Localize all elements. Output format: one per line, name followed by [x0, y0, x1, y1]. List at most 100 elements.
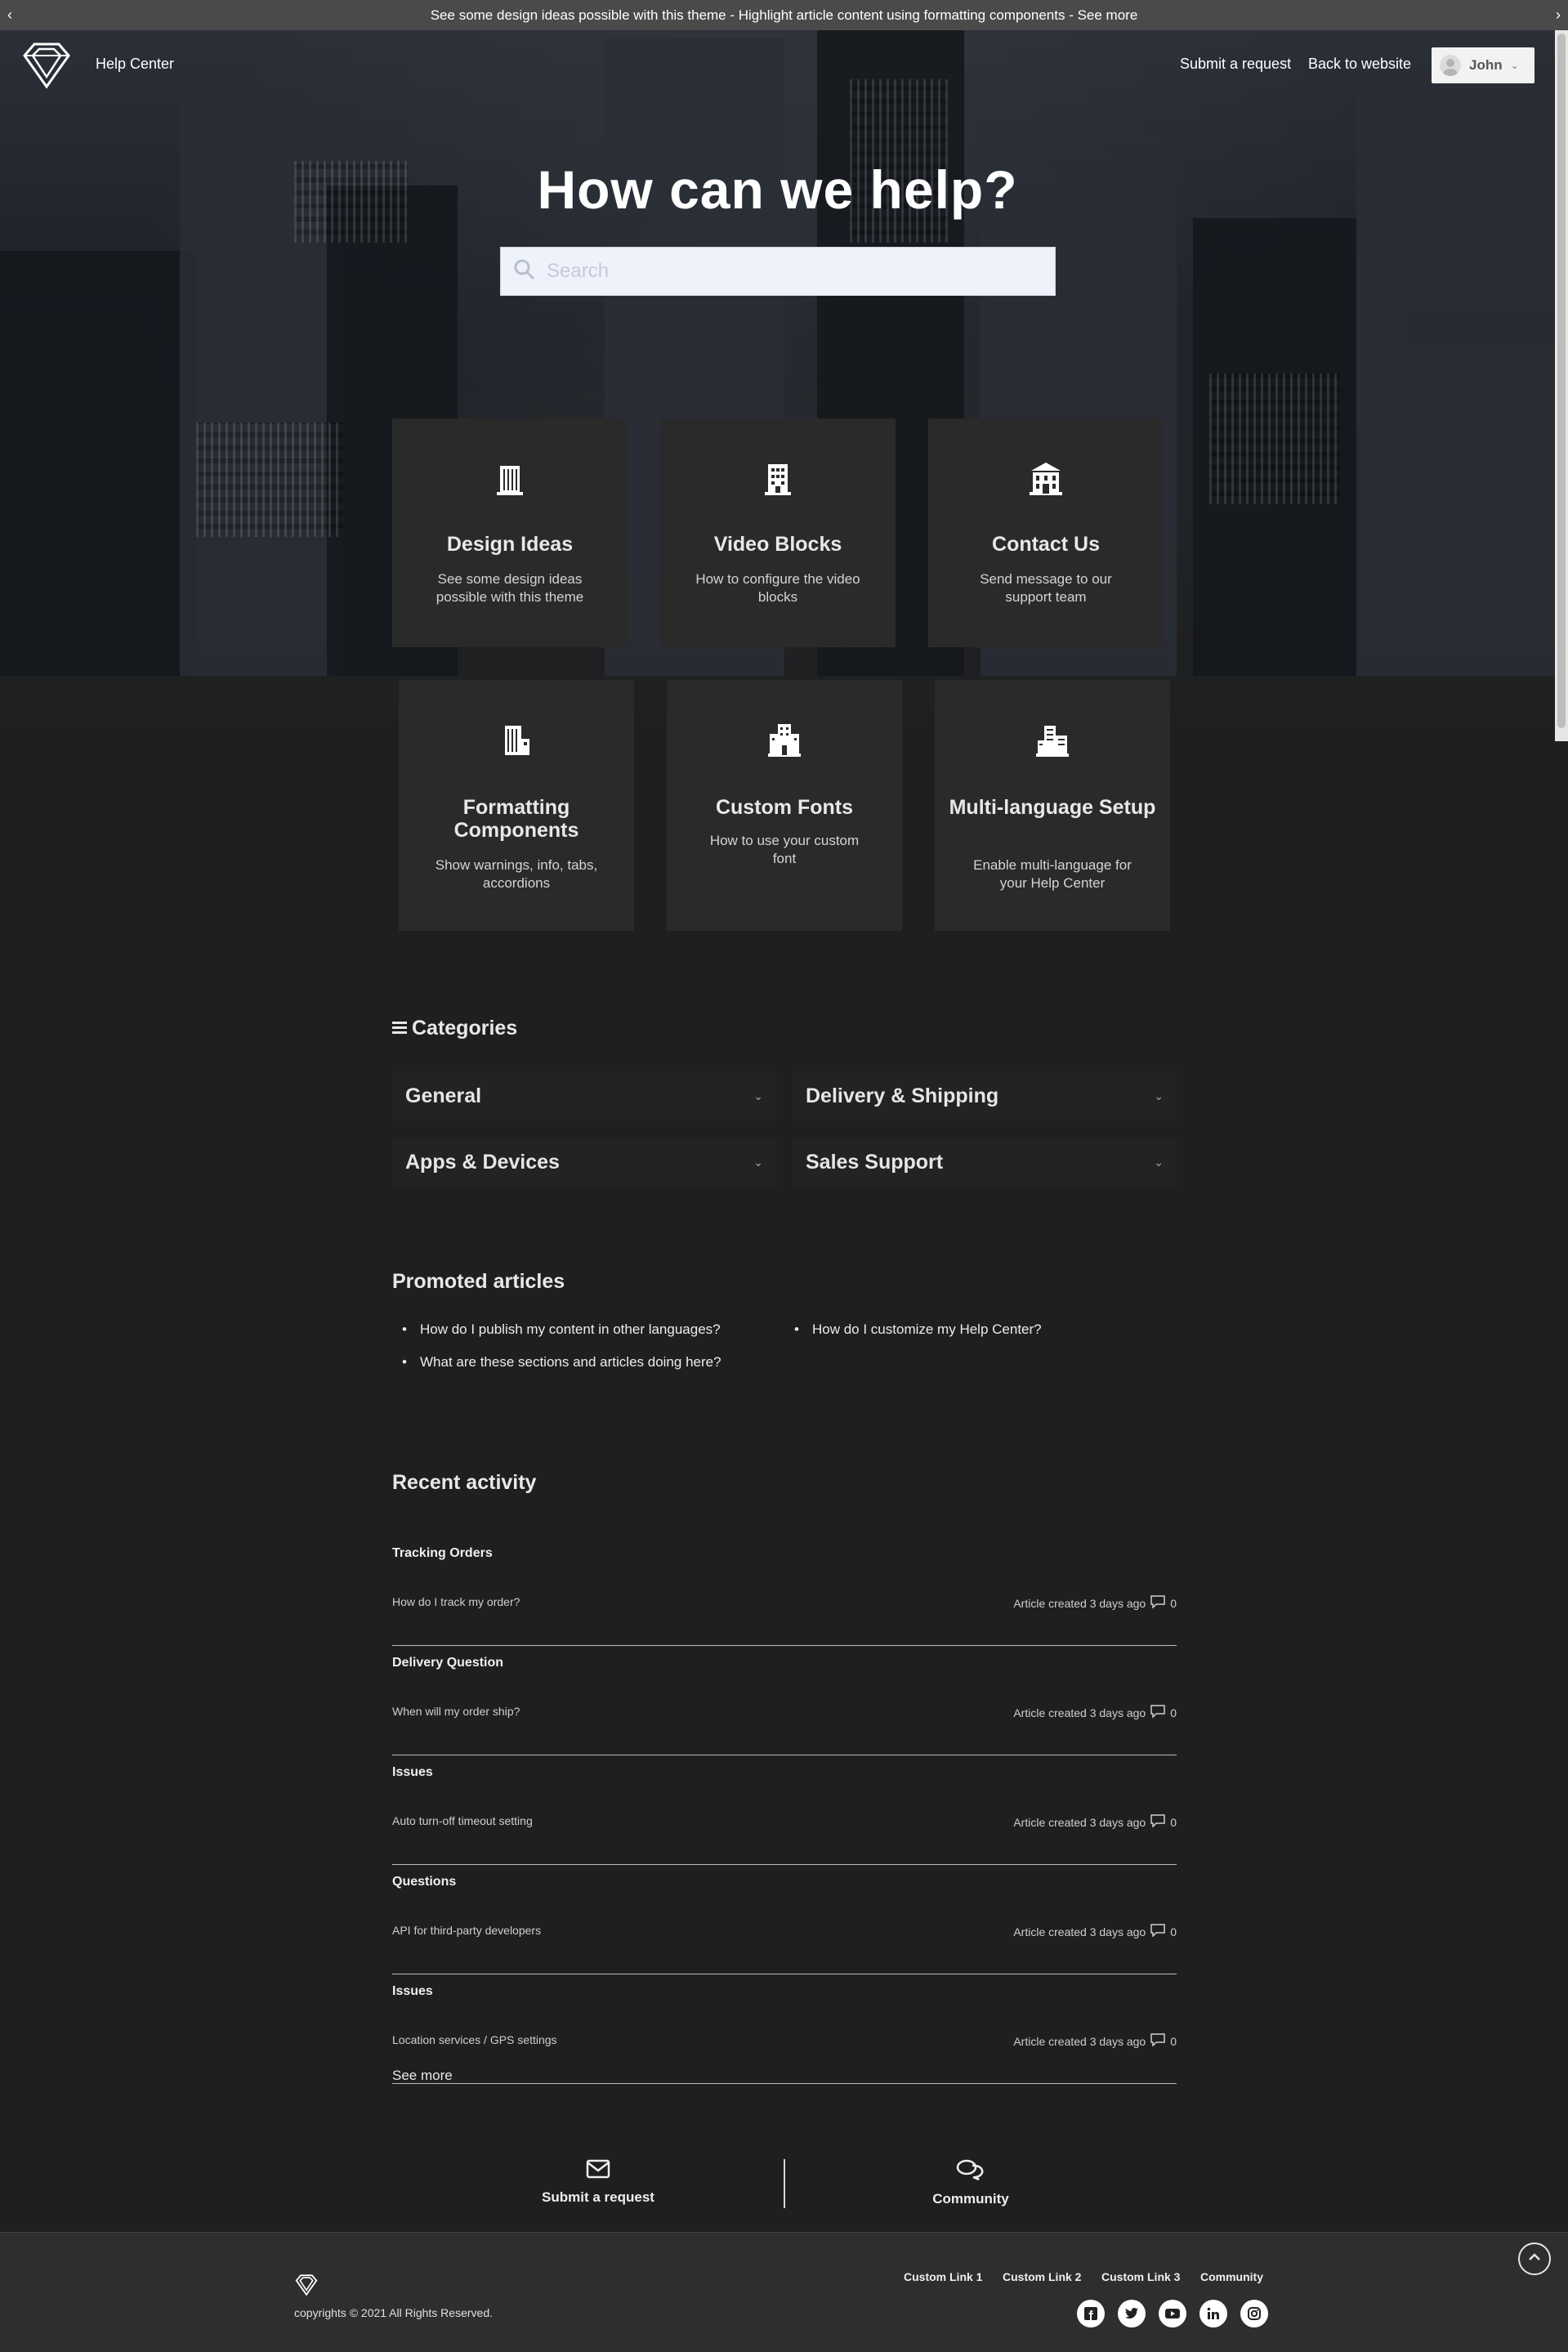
recent-activity-meta: Article created 3 days ago 0 — [1013, 1705, 1177, 1720]
category-label: Sales Support — [806, 1150, 944, 1174]
twitter-icon[interactable] — [1118, 2300, 1146, 2327]
back-to-website-link[interactable]: Back to website — [1308, 56, 1411, 73]
user-menu-button[interactable]: John ⌄ — [1432, 47, 1534, 83]
bank-building-icon — [1026, 459, 1065, 499]
recent-activity-article[interactable]: API for third-party developers — [392, 1924, 541, 1937]
complex-building-icon — [1033, 721, 1072, 760]
card-title: Contact Us — [992, 533, 1100, 556]
footer-link[interactable]: Custom Link 1 — [904, 2270, 982, 2283]
card-video-blocks[interactable]: Video Blocks How to configure the video … — [660, 418, 896, 647]
promoted-article-link[interactable]: What are these sections and articles doi… — [402, 1354, 721, 1371]
list-icon — [392, 1017, 407, 1040]
comment-count: 0 — [1170, 1706, 1177, 1719]
card-title: Multi-language Setup — [949, 796, 1156, 819]
card-formatting-components[interactable]: Formatting Components Show warnings, inf… — [399, 680, 634, 931]
submit-request-bottom-link[interactable]: Submit a request — [476, 2159, 721, 2206]
category-general[interactable]: General ⌄ — [392, 1071, 776, 1120]
linkedin-icon[interactable] — [1199, 2300, 1227, 2327]
recent-activity-parent[interactable]: Tracking Orders — [392, 1546, 493, 1561]
category-apps-devices[interactable]: Apps & Devices ⌄ — [392, 1138, 776, 1187]
comment-count: 0 — [1170, 2034, 1177, 2048]
comment-icon — [1150, 1705, 1165, 1720]
submit-request-link[interactable]: Submit a request — [1180, 56, 1291, 73]
card-contact-us[interactable]: Contact Us Send message to our support t… — [928, 418, 1164, 647]
card-title: Design Ideas — [446, 533, 574, 556]
card-description: How to configure the video blocks — [695, 571, 860, 605]
diamond-logo-icon[interactable] — [20, 41, 74, 90]
instagram-icon[interactable] — [1240, 2300, 1268, 2327]
diamond-logo-icon[interactable] — [294, 2274, 319, 2296]
comment-icon — [1150, 1814, 1165, 1830]
card-description: Show warnings, info, tabs, accordions — [435, 857, 598, 891]
promoted-heading: Promoted articles — [392, 1270, 565, 1293]
chevron-down-icon: ⌄ — [1154, 1089, 1164, 1102]
community-bottom-link[interactable]: Community — [848, 2159, 1093, 2207]
chevron-down-icon: ⌄ — [753, 1089, 763, 1102]
card-multi-language-setup[interactable]: Multi-language Setup Enable multi-langua… — [935, 680, 1170, 931]
submit-request-label: Submit a request — [542, 2189, 654, 2205]
footer-link[interactable]: Community — [1200, 2270, 1263, 2283]
recent-activity-parent[interactable]: Questions — [392, 1875, 456, 1889]
city-building-icon — [765, 721, 804, 760]
user-name: John — [1469, 57, 1503, 73]
recent-activity-parent[interactable]: Delivery Question — [392, 1656, 503, 1670]
footer: copyrights © 2021 All Rights Reserved. C… — [0, 2232, 1568, 2352]
recent-activity-meta: Article created 3 days ago 0 — [1013, 1814, 1177, 1830]
youtube-icon[interactable] — [1159, 2300, 1186, 2327]
comment-icon — [1150, 2033, 1165, 2049]
copyright-text: copyrights © 2021 All Rights Reserved. — [294, 2306, 493, 2319]
back-to-top-button[interactable] — [1518, 2242, 1551, 2275]
office-building-icon — [758, 459, 797, 499]
announcement-bar: ‹ See some design ideas possible with th… — [0, 0, 1568, 30]
card-description: How to use your custom font — [709, 833, 860, 866]
recent-activity-item: Issues Location services / GPS settings … — [392, 1974, 1177, 2084]
promoted-article-link[interactable]: How do I customize my Help Center? — [794, 1321, 1042, 1338]
recent-activity-item: Tracking Orders How do I track my order?… — [392, 1536, 1177, 1646]
search-icon — [514, 259, 535, 284]
announcement-text[interactable]: See some design ideas possible with this… — [431, 7, 1138, 24]
chevron-down-icon: ⌄ — [1510, 60, 1519, 71]
card-custom-fonts[interactable]: Custom Fonts How to use your custom font — [667, 680, 902, 931]
hero-title: How can we help? — [537, 159, 1018, 220]
card-description: See some design ideas possible with this… — [436, 571, 584, 605]
recent-activity-article[interactable]: When will my order ship? — [392, 1705, 520, 1718]
chevron-down-icon: ⌄ — [1154, 1155, 1164, 1169]
category-delivery-shipping[interactable]: Delivery & Shipping ⌄ — [793, 1071, 1177, 1120]
category-sales-support[interactable]: Sales Support ⌄ — [793, 1138, 1177, 1187]
recent-activity-meta: Article created 3 days ago 0 — [1013, 1924, 1177, 1939]
recent-activity-parent[interactable]: Issues — [392, 1765, 433, 1780]
recent-activity-parent[interactable]: Issues — [392, 1984, 433, 1999]
footer-link[interactable]: Custom Link 3 — [1101, 2270, 1180, 2283]
page-scrollbar[interactable] — [1555, 30, 1568, 741]
recent-activity-article[interactable]: How do I track my order? — [392, 1595, 520, 1608]
recent-activity-article[interactable]: Auto turn-off timeout setting — [392, 1814, 533, 1827]
see-more-link[interactable]: See more — [392, 2068, 453, 2084]
search-bar[interactable] — [500, 247, 1056, 296]
recent-activity-date: Article created 3 days ago — [1013, 1815, 1146, 1829]
comment-count: 0 — [1170, 1815, 1177, 1829]
category-label: Apps & Devices — [405, 1150, 560, 1174]
card-description: Send message to our support team — [980, 571, 1112, 605]
recent-activity-date: Article created 3 days ago — [1013, 2034, 1146, 2048]
chevron-up-icon — [1528, 2251, 1541, 2266]
building-icon — [490, 459, 529, 499]
categories-heading: Categories — [392, 1017, 517, 1040]
recent-activity-item: Issues Auto turn-off timeout setting Art… — [392, 1755, 1177, 1865]
recent-activity-heading: Recent activity — [392, 1471, 537, 1494]
facebook-icon[interactable] — [1077, 2300, 1105, 2327]
card-title: Video Blocks — [713, 533, 842, 556]
card-design-ideas[interactable]: Design Ideas See some design ideas possi… — [392, 418, 628, 647]
community-label: Community — [932, 2191, 1009, 2207]
promoted-article-link[interactable]: How do I publish my content in other lan… — [402, 1321, 721, 1338]
recent-activity-article[interactable]: Location services / GPS settings — [392, 2033, 557, 2046]
announcement-next-arrow[interactable]: › — [1548, 0, 1568, 30]
recent-activity-date: Article created 3 days ago — [1013, 1925, 1146, 1938]
footer-link[interactable]: Custom Link 2 — [1003, 2270, 1081, 2283]
help-center-label[interactable]: Help Center — [96, 56, 174, 73]
recent-activity-item: Questions API for third-party developers… — [392, 1865, 1177, 1974]
card-title: Custom Fonts — [715, 796, 854, 819]
announcement-prev-arrow[interactable]: ‹ — [0, 0, 20, 30]
search-input[interactable] — [547, 260, 1037, 283]
scrollbar-thumb[interactable] — [1557, 34, 1566, 728]
comment-count: 0 — [1170, 1925, 1177, 1938]
